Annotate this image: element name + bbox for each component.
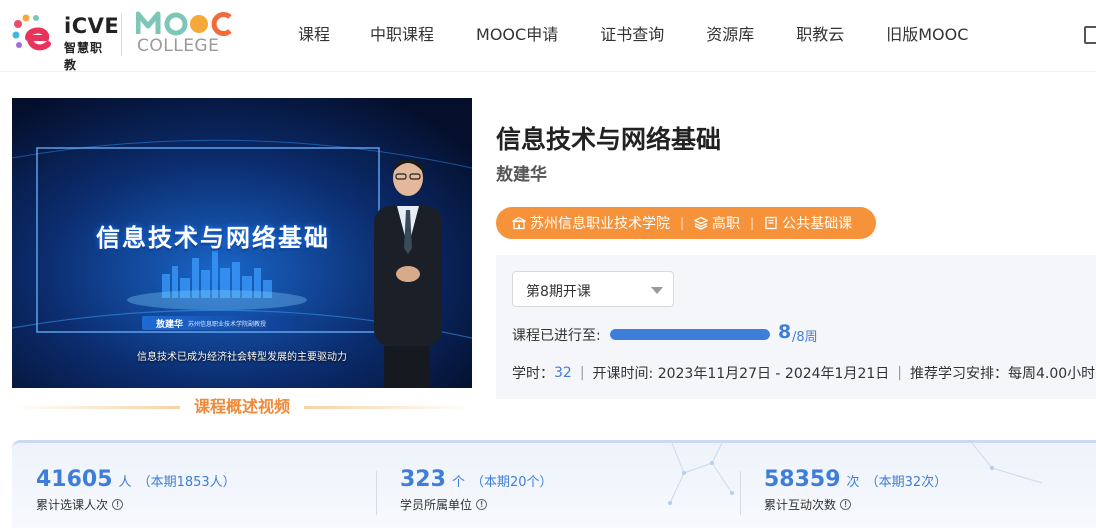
hours-value: 32 (554, 365, 572, 381)
caption-line-right (304, 406, 472, 409)
video-subtitle: 信息技术已成为经济社会转型发展的主要驱动力 (137, 352, 347, 363)
progress-total-weeks: /8周 (792, 330, 818, 345)
stat-number: 323 (400, 467, 446, 492)
course-teacher[interactable]: 敖建华 (496, 160, 547, 185)
tag-separator: | (750, 216, 755, 230)
progress-bar-fill (610, 329, 770, 340)
stat-unit: 人 (118, 475, 132, 490)
icve-wordmark: iCVE (64, 14, 120, 38)
term-select-value: 第8期开课 (526, 284, 591, 300)
meta-divider: | (897, 365, 902, 381)
course-intro-video[interactable]: 信息技术与网络基础 敖建华 苏州信息职业技术学院副教授 信息技术已成为经济社会转… (12, 98, 472, 388)
video-screen-title: 信息技术与网络基础 (96, 224, 330, 252)
mooc-logo-letters-icon (136, 11, 232, 36)
tag-category-label: 公共基础课 (782, 216, 853, 232)
stat-number: 58359 (764, 467, 841, 492)
nav-item-old-mooc[interactable]: 旧版MOOC (886, 24, 968, 46)
mobile-phone-icon[interactable] (1084, 26, 1096, 44)
course-info-panel: 第8期开课 课程已进行至: 8 /8周 学时： 32 | 开课时间: 2023年… (496, 255, 1096, 399)
progress-bar (610, 329, 770, 340)
stat-label: 累计选课人次 (36, 498, 109, 512)
tag-level-label: 高职 (712, 216, 741, 232)
progress-current-week: 8 (778, 321, 792, 343)
icve-subtitle: 智慧职教 (64, 41, 104, 72)
stat-total-interactions: 58359 次 （本期32次） 累计互动次数 ! (764, 467, 947, 513)
course-meta-row: 学时： 32 | 开课时间: 2023年11月27日 - 2024年1月21日 … (512, 363, 1095, 383)
study-schedule: 推荐学习安排：每周4.00小时 (910, 366, 1096, 382)
layers-icon (694, 216, 709, 230)
video-caption-row: 课程概述视频 (12, 396, 472, 418)
stat-unit: 个 (451, 475, 465, 490)
nav-item-courses[interactable]: 课程 (298, 24, 330, 46)
tag-separator: | (680, 216, 685, 230)
stat-period: （本期20个） (470, 475, 553, 490)
info-icon[interactable]: ! (476, 499, 488, 510)
caption-line-left (12, 406, 180, 409)
tag-category[interactable]: 公共基础课 (764, 213, 852, 233)
tag-school-label: 苏州信息职业技术学院 (530, 216, 670, 232)
nav-item-certificate-query[interactable]: 证书查询 (600, 24, 664, 46)
meta-divider: | (579, 365, 585, 381)
info-icon[interactable]: ! (840, 499, 852, 510)
stat-number: 41605 (36, 467, 113, 492)
logo-divider (121, 14, 122, 56)
progress-label: 课程已进行至: (512, 328, 601, 344)
course-stats-panel: 41605 人 （本期1853人） 累计选课人次 ! 323 个 （本期20个）… (12, 440, 1096, 528)
stat-learner-units: 323 个 （本期20个） 学员所属单位 ! (400, 467, 553, 513)
course-tags: 苏州信息职业技术学院 | 高职 | 公共基础课 (496, 207, 876, 239)
tag-level[interactable]: 高职 (694, 213, 740, 233)
stat-period: （本期32次） (865, 475, 948, 490)
college-wordmark: COLLEGE (137, 36, 220, 56)
tag-school[interactable]: 苏州信息职业技术学院 (512, 213, 670, 233)
video-presenter-bar: 敖建华 苏州信息职业技术学院副教授 (142, 316, 302, 330)
nav-item-mooc-apply[interactable]: MOOC申请 (476, 24, 558, 46)
school-icon (512, 216, 526, 230)
nav-item-secondary-courses[interactable]: 中职课程 (370, 24, 434, 46)
term-select[interactable]: 第8期开课 (512, 271, 674, 307)
course-period: 开课时间: 2023年11月27日 - 2024年1月21日 (592, 366, 890, 382)
nav-item-zhijiaoyun[interactable]: 职教云 (796, 24, 844, 46)
stat-unit: 次 (846, 475, 860, 490)
mooc-college-logo[interactable]: COLLEGE (136, 10, 236, 56)
course-title: 信息技术与网络基础 (496, 125, 722, 154)
icve-logo-mark-icon (12, 14, 51, 51)
nav-item-resource-library[interactable]: 资源库 (706, 24, 754, 46)
book-icon (765, 216, 777, 230)
stat-total-enrollments: 41605 人 （本期1853人） 累计选课人次 ! (36, 467, 236, 513)
hours-label: 学时： (512, 366, 554, 382)
info-icon[interactable]: ! (112, 499, 124, 510)
stat-divider (376, 471, 377, 515)
video-caption: 课程概述视频 (193, 397, 290, 416)
top-header: iCVE 智慧职教 COLLEGE 课程 中职课程 MOOC申请 证书查询 资源… (0, 0, 1096, 72)
stat-divider (740, 471, 741, 515)
stat-period: （本期1853人） (137, 475, 236, 490)
icve-logo[interactable]: iCVE 智慧职教 (12, 12, 119, 72)
video-presenter-org: 苏州信息职业技术学院副教授 (188, 320, 267, 328)
stat-label: 累计互动次数 (764, 498, 837, 512)
chevron-down-icon (651, 287, 663, 294)
video-presenter-name: 敖建华 (156, 319, 184, 330)
main-nav: 课程 中职课程 MOOC申请 证书查询 资源库 职教云 旧版MOOC (298, 24, 1010, 46)
stat-label: 学员所属单位 (400, 498, 473, 512)
